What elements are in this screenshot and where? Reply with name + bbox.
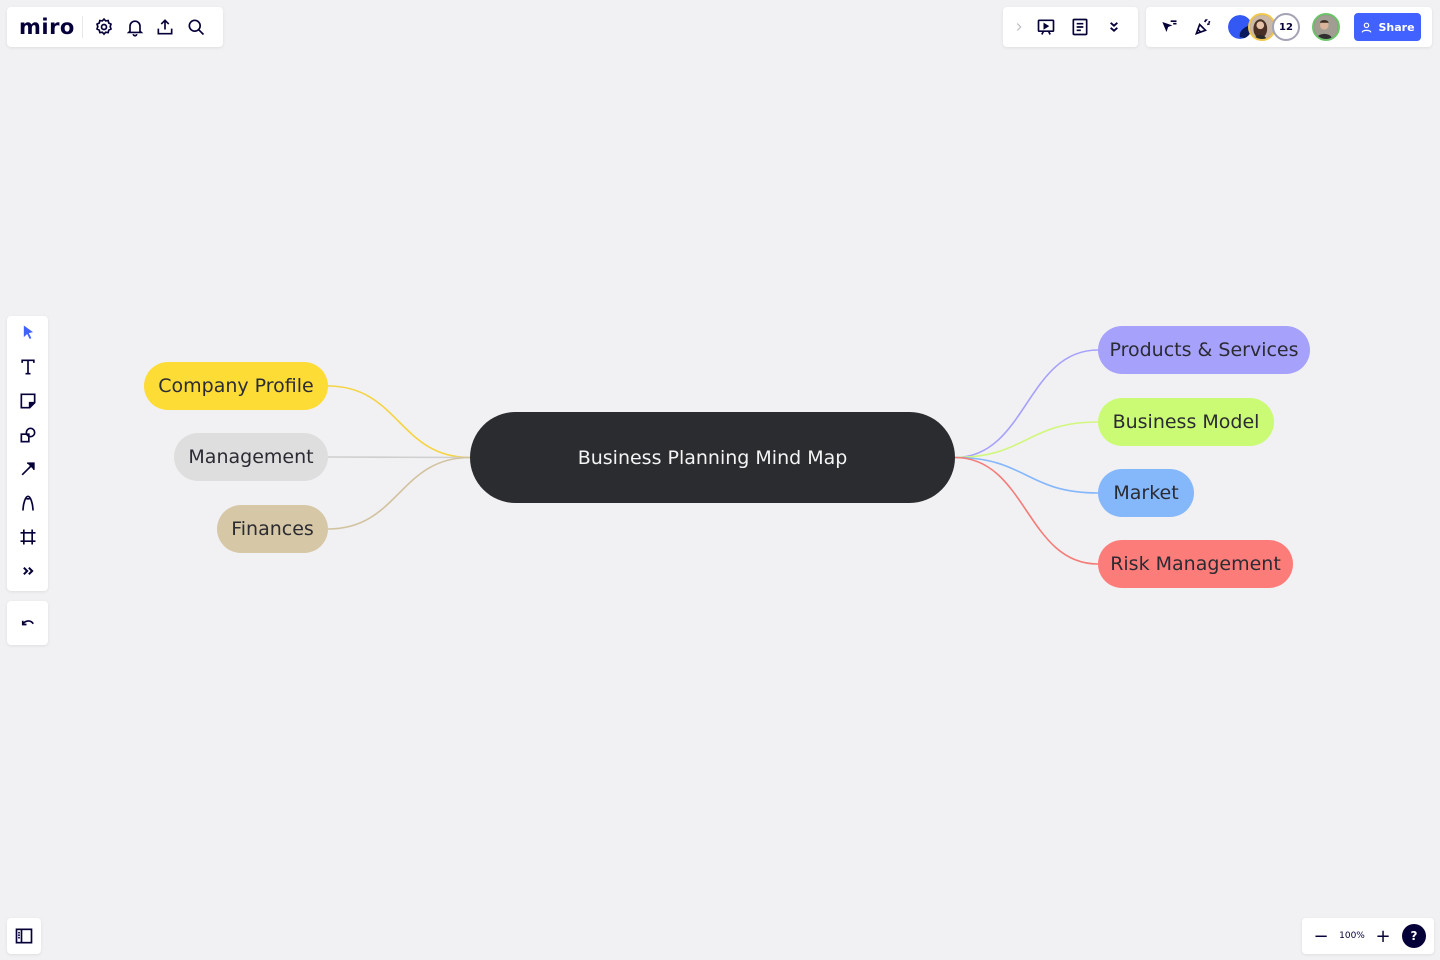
connector-line (327, 456, 471, 459)
frame-icon (20, 529, 35, 545)
creation-toolbar (7, 316, 48, 591)
connector-line (327, 456, 471, 530)
undo-icon (21, 620, 34, 626)
connection-line-tool[interactable] (7, 452, 48, 486)
chevron-right-icon (1016, 23, 1022, 31)
zoom-controls: − 100% + ? (1302, 918, 1434, 954)
node-label: Management (188, 446, 314, 468)
share-button-label: Share (1378, 20, 1415, 34)
help-button[interactable]: ? (1402, 924, 1426, 948)
settings-icon (96, 17, 113, 36)
notes-button[interactable] (1063, 10, 1097, 44)
zoom-out-button[interactable]: − (1308, 923, 1334, 949)
undo-panel (7, 601, 48, 645)
avatar-image (1314, 15, 1338, 39)
cursor-follow-icon (1162, 20, 1177, 32)
shapes-tool[interactable] (7, 418, 48, 452)
arrow-icon (21, 462, 35, 476)
avatar-image (1250, 15, 1274, 39)
root-node-label: Business Planning Mind Map (577, 446, 848, 469)
connector-line (954, 421, 1099, 459)
notes-icon (1072, 18, 1088, 36)
chevrons-down-icon (1110, 22, 1118, 32)
root-node[interactable]: Business Planning Mind Map (470, 412, 955, 503)
shapes-icon (20, 427, 35, 443)
connector-line (954, 456, 1099, 494)
pen-icon (21, 495, 34, 511)
board-sidebar-toggle[interactable] (7, 918, 41, 954)
node-finances[interactable]: Finances (217, 505, 328, 553)
node-label: Products & Services (1109, 339, 1299, 361)
more-tools-button[interactable] (7, 554, 48, 588)
frame-tool[interactable] (7, 520, 48, 554)
zoom-in-button[interactable]: + (1370, 923, 1396, 949)
cursor-icon (23, 325, 33, 339)
connector-line (954, 349, 1099, 459)
share-button[interactable]: Share (1354, 13, 1421, 41)
connector-line (954, 456, 1099, 565)
settings-button[interactable] (89, 10, 120, 44)
node-label: Market (1113, 482, 1179, 504)
upload-icon (157, 19, 173, 35)
current-user-avatar[interactable] (1312, 13, 1340, 41)
connector-line (327, 385, 471, 459)
miro-logo[interactable]: miro (19, 16, 83, 38)
collaboration-toolbar: 12 Share (1146, 7, 1432, 47)
node-risk-management[interactable]: Risk Management (1098, 540, 1293, 588)
sidebar-panel-icon (15, 928, 33, 944)
node-label: Company Profile (158, 375, 314, 397)
export-button[interactable] (150, 10, 181, 44)
search-button[interactable] (180, 10, 211, 44)
presentation-button[interactable] (1029, 10, 1063, 44)
chevrons-right-icon (22, 566, 34, 576)
zoom-level[interactable]: 100% (1334, 931, 1370, 941)
node-business-model[interactable]: Business Model (1098, 398, 1274, 446)
node-company-profile[interactable]: Company Profile (144, 362, 328, 410)
node-management[interactable]: Management (174, 433, 328, 481)
notifications-button[interactable] (119, 10, 150, 44)
node-label: Business Model (1112, 411, 1260, 433)
text-tool[interactable] (7, 350, 48, 384)
sticky-note-icon (20, 393, 35, 409)
select-tool[interactable] (7, 316, 48, 350)
node-label: Risk Management (1110, 553, 1281, 575)
user-icon (1362, 22, 1372, 33)
bell-icon (126, 20, 143, 37)
presentation-icon (1037, 19, 1055, 35)
collaborators-list[interactable]: 12 (1226, 13, 1340, 41)
reactions-button[interactable] (1186, 10, 1220, 44)
celebrate-icon (1194, 18, 1211, 36)
node-market[interactable]: Market (1098, 469, 1194, 517)
pen-tool[interactable] (7, 486, 48, 520)
top-right-toolbar-collapsed (1003, 7, 1138, 47)
sticky-note-tool[interactable] (7, 384, 48, 418)
node-products-services[interactable]: Products & Services (1098, 326, 1310, 374)
top-left-toolbar: miro (7, 7, 223, 47)
mind-map-canvas: Business Planning Mind Map Company Profi… (0, 0, 1440, 960)
search-icon (188, 19, 204, 36)
follow-cursor-button[interactable] (1152, 10, 1186, 44)
expand-toolbar-button[interactable] (1009, 20, 1029, 34)
more-options-button[interactable] (1097, 10, 1131, 44)
text-icon (20, 359, 35, 375)
undo-button[interactable] (7, 601, 48, 645)
node-label: Finances (231, 518, 314, 540)
collaborators-count[interactable]: 12 (1272, 13, 1300, 41)
